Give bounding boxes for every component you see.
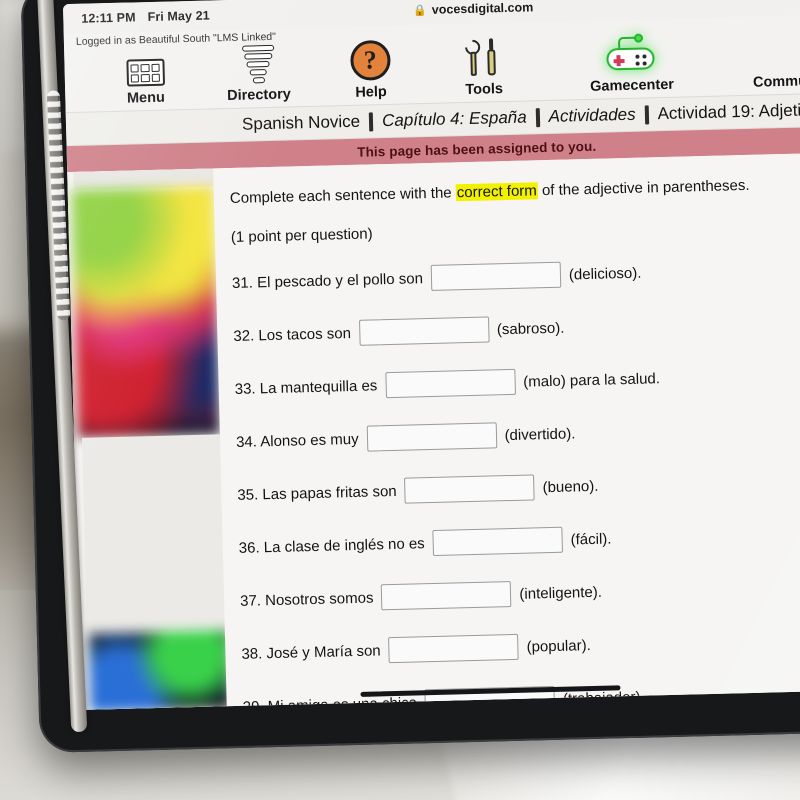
question-row: 31. El pescado y el pollo son (delicioso)… bbox=[232, 254, 800, 296]
url-text: vocesdigital.com bbox=[431, 0, 534, 17]
nav-label-help: Help bbox=[355, 84, 387, 101]
gamepad-icon bbox=[604, 33, 659, 74]
question-hint: (bueno). bbox=[542, 477, 599, 496]
question-prompt: 34. Alonso es muy bbox=[235, 430, 359, 451]
question-hint: (malo) para la salud. bbox=[523, 369, 661, 391]
nav-item-help[interactable]: ? Help bbox=[316, 39, 425, 102]
question-row: 33. La mantequilla es (malo) para la salu… bbox=[234, 360, 800, 402]
reflection-colorful-upper bbox=[71, 186, 220, 438]
screen-reflection-column bbox=[67, 168, 227, 710]
question-list: 31. El pescado y el pollo son (delicioso)… bbox=[232, 254, 800, 710]
instructions-highlight: correct form bbox=[455, 182, 539, 202]
reflection-block-middle bbox=[81, 434, 227, 634]
two-people-icon bbox=[778, 29, 800, 70]
nav-label-gamecenter: Gamecenter bbox=[589, 76, 675, 95]
question-row: 32. Los tacos son (sabroso). bbox=[233, 307, 800, 349]
wrench-screwdriver-icon bbox=[461, 36, 506, 78]
breadcrumb-item-activities[interactable]: Actividades bbox=[548, 105, 635, 127]
question-hint: (delicioso). bbox=[568, 264, 642, 283]
answer-input[interactable] bbox=[432, 526, 563, 557]
question-prompt: 32. Los tacos son bbox=[233, 324, 352, 345]
question-prompt: 37. Nosotros somos bbox=[239, 589, 374, 610]
question-hint: (sabroso). bbox=[496, 319, 565, 338]
breadcrumb-separator bbox=[368, 111, 374, 131]
help-question-icon: ? bbox=[349, 39, 391, 81]
breadcrumb-item-chapter[interactable]: Capítulo 4: España bbox=[382, 107, 527, 131]
nav-label-tools: Tools bbox=[465, 81, 504, 99]
breadcrumb-item-course[interactable]: Spanish Novice bbox=[242, 112, 361, 135]
grid-menu-icon bbox=[125, 46, 165, 87]
question-prompt: 33. La mantequilla es bbox=[234, 376, 378, 398]
worksheet-body: Complete each sentence with the correct … bbox=[213, 151, 800, 710]
nav-label-communication: Communication bbox=[752, 71, 800, 91]
tablet-screen: 12:11 PM Fri May 21 🔒 vocesdigital.com L… bbox=[62, 0, 800, 710]
question-hint: (popular). bbox=[526, 636, 591, 656]
question-prompt: 31. El pescado y el pollo son bbox=[231, 269, 424, 292]
nav-item-menu[interactable]: Menu bbox=[90, 45, 201, 108]
answer-input[interactable] bbox=[404, 474, 535, 504]
question-row: 34. Alonso es muy (divertido). bbox=[236, 413, 800, 455]
worksheet-instructions: Complete each sentence with the correct … bbox=[230, 174, 800, 207]
nav-item-tools[interactable]: Tools bbox=[423, 36, 544, 99]
nav-label-directory: Directory bbox=[226, 86, 292, 105]
instructions-part-2: of the adjective in parentheses. bbox=[537, 176, 750, 200]
question-prompt: 39. Mi amiga es una chica bbox=[242, 693, 418, 710]
assigned-banner-text: This page has been assigned to you. bbox=[357, 138, 597, 160]
instructions-part-1: Complete each sentence with the bbox=[229, 184, 457, 208]
points-note: (1 point per question) bbox=[230, 225, 373, 247]
question-hint: (inteligente). bbox=[519, 583, 603, 603]
question-prompt: 38. José y María son bbox=[241, 641, 381, 663]
answer-input[interactable] bbox=[430, 261, 562, 291]
answer-input[interactable] bbox=[381, 581, 512, 611]
answer-input[interactable] bbox=[358, 316, 490, 346]
breadcrumb-item-activity[interactable]: Actividad 19: Adjetivos bbox=[657, 100, 800, 124]
question-row: 36. La clase de inglés no es (fácil). bbox=[238, 519, 800, 561]
page-content: Complete each sentence with the correct … bbox=[67, 151, 800, 710]
photo-scene: 12:11 PM Fri May 21 🔒 vocesdigital.com L… bbox=[0, 0, 800, 800]
question-row: 35. Las papas fritas son (bueno). bbox=[237, 466, 800, 508]
directory-stack-icon bbox=[239, 43, 278, 84]
nav-item-gamecenter[interactable]: Gamecenter bbox=[556, 32, 706, 96]
answer-input[interactable] bbox=[388, 633, 519, 664]
tablet-device: 12:11 PM Fri May 21 🔒 vocesdigital.com L… bbox=[20, 0, 800, 754]
answer-input[interactable] bbox=[366, 422, 497, 452]
question-hint: (divertido). bbox=[504, 424, 576, 444]
question-row: 38. José y María son (popular). bbox=[241, 625, 800, 667]
breadcrumb-separator bbox=[644, 104, 649, 125]
breadcrumb-separator bbox=[535, 107, 540, 127]
lock-icon: 🔒 bbox=[412, 4, 427, 17]
question-prompt: 35. Las papas fritas son bbox=[237, 482, 397, 504]
question-hint: (fácil). bbox=[570, 529, 612, 549]
question-prompt: 36. La clase de inglés no es bbox=[238, 534, 425, 557]
question-row: 39. Mi amiga es una chica (trabajador). bbox=[242, 678, 800, 710]
nav-item-communication[interactable]: Communication bbox=[723, 27, 800, 91]
nav-item-directory[interactable]: Directory bbox=[199, 42, 318, 105]
answer-input[interactable] bbox=[384, 368, 516, 399]
question-row: 37. Nosotros somos (inteligente). bbox=[240, 572, 800, 614]
reflection-colorful-lower bbox=[88, 630, 227, 710]
nav-label-menu: Menu bbox=[126, 89, 166, 107]
